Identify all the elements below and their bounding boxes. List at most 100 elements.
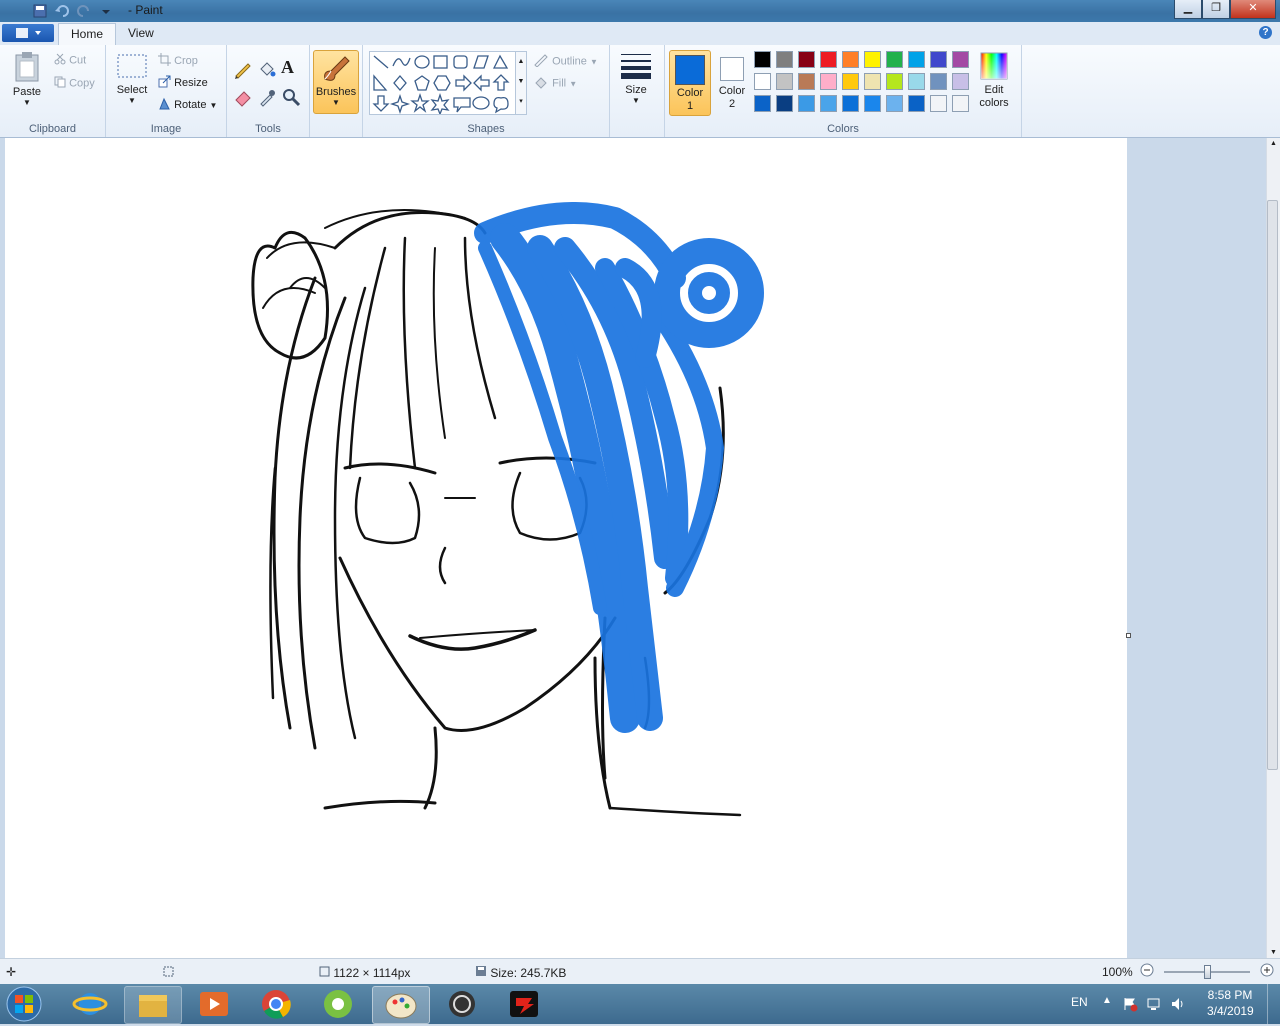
taskbar-media-player[interactable] bbox=[186, 986, 242, 1022]
palette-swatch[interactable] bbox=[952, 73, 969, 90]
color-picker-tool[interactable] bbox=[257, 87, 277, 110]
copy-icon bbox=[54, 76, 66, 91]
copy-button[interactable]: Copy bbox=[54, 76, 95, 91]
pencil-tool[interactable] bbox=[233, 59, 253, 82]
color2-swatch bbox=[720, 57, 744, 81]
tab-view[interactable]: View bbox=[116, 23, 166, 44]
magnifier-tool[interactable] bbox=[281, 87, 301, 110]
network-icon[interactable] bbox=[1146, 996, 1162, 1015]
save-icon[interactable] bbox=[32, 3, 48, 19]
palette-swatch[interactable] bbox=[864, 73, 881, 90]
action-center-flag-icon[interactable] bbox=[1122, 996, 1138, 1015]
palette-swatch[interactable] bbox=[930, 73, 947, 90]
palette-swatch[interactable] bbox=[776, 51, 793, 68]
palette-swatch[interactable] bbox=[908, 95, 925, 112]
taskbar-garena[interactable] bbox=[496, 986, 552, 1022]
crop-button[interactable]: Crop bbox=[158, 53, 198, 69]
edit-colors-button[interactable]: Edit colors bbox=[977, 51, 1011, 110]
palette-swatch[interactable] bbox=[754, 95, 771, 112]
eraser-tool[interactable] bbox=[233, 87, 253, 110]
palette-swatch[interactable] bbox=[864, 51, 881, 68]
paste-button[interactable]: Paste ▼ bbox=[8, 51, 46, 107]
palette-swatch[interactable] bbox=[754, 73, 771, 90]
fill-button[interactable]: Fill ▼ bbox=[533, 75, 577, 92]
palette-swatch[interactable] bbox=[776, 95, 793, 112]
maximize-button[interactable]: ❐ bbox=[1202, 0, 1230, 19]
brushes-button[interactable]: Brushes ▼ bbox=[313, 50, 359, 114]
drawing-canvas[interactable] bbox=[5, 138, 1127, 958]
image-group-label: Image bbox=[150, 123, 182, 135]
zoom-slider-thumb[interactable] bbox=[1204, 965, 1211, 979]
rotate-icon bbox=[158, 97, 171, 113]
fill-tool[interactable] bbox=[257, 59, 277, 82]
palette-swatch[interactable] bbox=[776, 73, 793, 90]
select-button[interactable]: Select ▼ bbox=[112, 53, 152, 105]
palette-swatch[interactable] bbox=[886, 73, 903, 90]
pencil-icon bbox=[233, 59, 253, 82]
help-icon[interactable]: ? bbox=[1259, 26, 1272, 39]
tools-group-label: Tools bbox=[255, 123, 281, 135]
palette-swatch[interactable] bbox=[798, 51, 815, 68]
palette-swatch[interactable] bbox=[798, 73, 815, 90]
rotate-button[interactable]: Rotate ▼ bbox=[158, 97, 217, 113]
taskbar-green-app[interactable] bbox=[310, 986, 366, 1022]
zoom-in-button[interactable] bbox=[1260, 963, 1274, 980]
cut-button[interactable]: Cut bbox=[54, 53, 86, 68]
outline-button[interactable]: Outline ▼ bbox=[533, 53, 598, 70]
start-button[interactable] bbox=[4, 985, 44, 1023]
taskbar-obs[interactable] bbox=[434, 986, 490, 1022]
palette-swatch[interactable] bbox=[952, 95, 969, 112]
clipboard-group: Paste ▼ Cut Copy Clipboard bbox=[0, 45, 106, 137]
palette-swatch[interactable] bbox=[908, 51, 925, 68]
language-indicator[interactable]: EN bbox=[1071, 995, 1088, 1009]
palette-swatch[interactable] bbox=[842, 73, 859, 90]
scroll-down-icon[interactable]: ▼ bbox=[1270, 949, 1277, 956]
palette-swatch[interactable] bbox=[820, 73, 837, 90]
shapes-gallery[interactable] bbox=[369, 51, 521, 116]
palette-swatch[interactable] bbox=[930, 51, 947, 68]
close-button[interactable]: ✕ bbox=[1230, 0, 1276, 19]
palette-swatch[interactable] bbox=[908, 73, 925, 90]
clock-time: 8:58 PM bbox=[1207, 988, 1253, 1002]
palette-swatch[interactable] bbox=[820, 95, 837, 112]
scroll-thumb[interactable] bbox=[1267, 200, 1278, 770]
show-desktop-button[interactable] bbox=[1267, 984, 1280, 1024]
palette-swatch[interactable] bbox=[886, 51, 903, 68]
taskbar-file-explorer[interactable] bbox=[124, 986, 182, 1024]
taskbar-chrome[interactable] bbox=[248, 986, 304, 1022]
clock-date: 3/4/2019 bbox=[1207, 1004, 1254, 1018]
resize-button[interactable]: Resize bbox=[158, 75, 208, 91]
redo-icon[interactable] bbox=[76, 3, 92, 19]
palette-swatch[interactable] bbox=[842, 51, 859, 68]
color1-button[interactable]: Color 1 bbox=[669, 50, 711, 116]
paste-icon bbox=[12, 51, 42, 86]
volume-icon[interactable] bbox=[1170, 996, 1186, 1015]
color2-label: Color 2 bbox=[718, 85, 746, 110]
palette-swatch[interactable] bbox=[842, 95, 859, 112]
text-tool[interactable]: A bbox=[281, 57, 294, 78]
palette-swatch[interactable] bbox=[886, 95, 903, 112]
palette-swatch[interactable] bbox=[864, 95, 881, 112]
color2-button[interactable]: Color 2 bbox=[713, 50, 751, 114]
clock[interactable]: 8:58 PM 3/4/2019 bbox=[1207, 988, 1254, 1018]
resize-icon bbox=[158, 75, 171, 91]
tab-home[interactable]: Home bbox=[58, 23, 117, 45]
zoom-out-button[interactable] bbox=[1140, 963, 1154, 980]
taskbar-paint[interactable] bbox=[372, 986, 430, 1024]
shapes-scroll[interactable]: ▲ ▼ ▾ bbox=[515, 51, 527, 115]
minimize-button[interactable]: ▁ bbox=[1174, 0, 1202, 19]
size-button[interactable]: Size ▼ bbox=[616, 51, 656, 105]
palette-swatch[interactable] bbox=[952, 51, 969, 68]
palette-swatch[interactable] bbox=[930, 95, 947, 112]
show-hidden-icons[interactable]: ▲ bbox=[1102, 995, 1112, 1006]
palette-swatch[interactable] bbox=[798, 95, 815, 112]
paint-menu-button[interactable] bbox=[2, 24, 54, 42]
scroll-up-icon[interactable]: ▲ bbox=[1270, 140, 1277, 147]
palette-swatch[interactable] bbox=[820, 51, 837, 68]
customize-qat-icon[interactable] bbox=[98, 3, 114, 19]
drawing-artwork bbox=[251, 202, 764, 817]
undo-icon[interactable] bbox=[54, 3, 70, 19]
canvas-resize-handle[interactable] bbox=[1126, 633, 1131, 638]
palette-swatch[interactable] bbox=[754, 51, 771, 68]
taskbar-internet-explorer[interactable] bbox=[62, 986, 118, 1022]
